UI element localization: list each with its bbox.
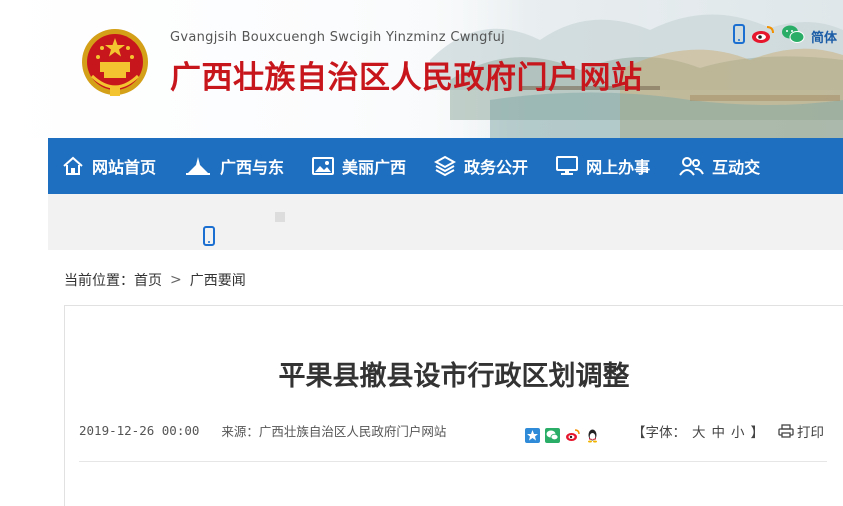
font-size-label: 【字体： [632, 425, 686, 441]
nav-item-label: 美丽广西 [342, 158, 407, 177]
breadcrumb-news-link[interactable]: 广西要闻 [190, 270, 246, 290]
breadcrumb: 当前位置： 首页 > 广西要闻 [64, 270, 246, 290]
nav-item-label: 广西与东 [220, 158, 285, 177]
nav-item-beautiful-guangxi[interactable]: 美丽广西 [298, 138, 420, 194]
article-title: 平果县撤县设市行政区划调整 [278, 361, 630, 392]
printer-icon [778, 424, 794, 438]
language-label[interactable]: 简体 [811, 27, 837, 46]
print-button[interactable]: 打印 [778, 421, 824, 441]
font-size-label-close: 】 [750, 425, 765, 441]
publish-date: 2019-12-26 00:00 [79, 423, 200, 438]
nav-item-online-services[interactable]: 网上办事 [542, 138, 664, 194]
weibo-share-icon[interactable] [565, 428, 580, 443]
monitor-icon [556, 156, 579, 175]
font-size-control: 【字体： 大 中 小 】 [632, 421, 764, 441]
wechat-share-icon[interactable] [545, 428, 560, 443]
nav-item-label: 网站首页 [92, 158, 157, 177]
weibo-icon[interactable] [751, 24, 775, 48]
layers-icon [434, 155, 457, 177]
article-source: 来源：广西壮族自治区人民政府门户网站 [221, 424, 447, 439]
share-bar [525, 428, 600, 443]
article-card: 平果县撤县设市行政区划调整 2019-12-26 00:00 来源：广西壮族自治… [64, 305, 843, 506]
users-icon [679, 157, 704, 176]
qzone-share-icon[interactable] [525, 428, 540, 443]
font-size-medium[interactable]: 中 [712, 421, 726, 441]
photo-icon [312, 157, 335, 175]
divider [79, 461, 827, 462]
qr-code-icon[interactable] [275, 212, 285, 222]
qq-share-icon[interactable] [585, 428, 600, 443]
wechat-icon[interactable] [781, 24, 805, 48]
article-meta: 2019-12-26 00:00 来源：广西壮族自治区人民政府门户网站 [79, 421, 446, 440]
breadcrumb-separator: > [170, 272, 182, 288]
mobile-icon[interactable] [733, 24, 745, 48]
nav-item-label: 网上办事 [586, 158, 651, 177]
home-icon [63, 156, 83, 175]
nav-item-government-affairs[interactable]: 政务公开 [420, 138, 542, 194]
nav-item-guangxi-asean[interactable]: 广西与东 [170, 138, 298, 194]
mobile-version-icon[interactable] [203, 226, 215, 246]
breadcrumb-home-link[interactable]: 首页 [134, 270, 162, 290]
nav-item-label: 政务公开 [464, 158, 529, 177]
header-banner: Gvangjsih Bouxcuengh Swcigih Yinzminz Cw… [0, 0, 843, 138]
nav-item-interaction[interactable]: 互动交 [664, 138, 774, 194]
breadcrumb-prefix: 当前位置： [64, 273, 134, 289]
nav-item-home[interactable]: 网站首页 [48, 138, 170, 194]
sub-toolbar [48, 194, 843, 250]
font-size-large[interactable]: 大 [692, 421, 706, 441]
main-nav: 网站首页 广西与东 美丽广西 政务公开 网上办事 互动交 [48, 138, 843, 194]
site-subtitle: Gvangjsih Bouxcuengh Swcigih Yinzminz Cw… [170, 30, 506, 45]
font-size-small[interactable]: 小 [731, 421, 745, 441]
national-emblem-icon [82, 29, 148, 96]
landmark-icon [186, 157, 211, 175]
nav-item-label: 互动交 [712, 158, 761, 177]
site-title: 广西壮族自治区人民政府门户网站 [170, 60, 643, 96]
header-tools: 简体 [733, 24, 837, 48]
print-label: 打印 [797, 425, 824, 441]
